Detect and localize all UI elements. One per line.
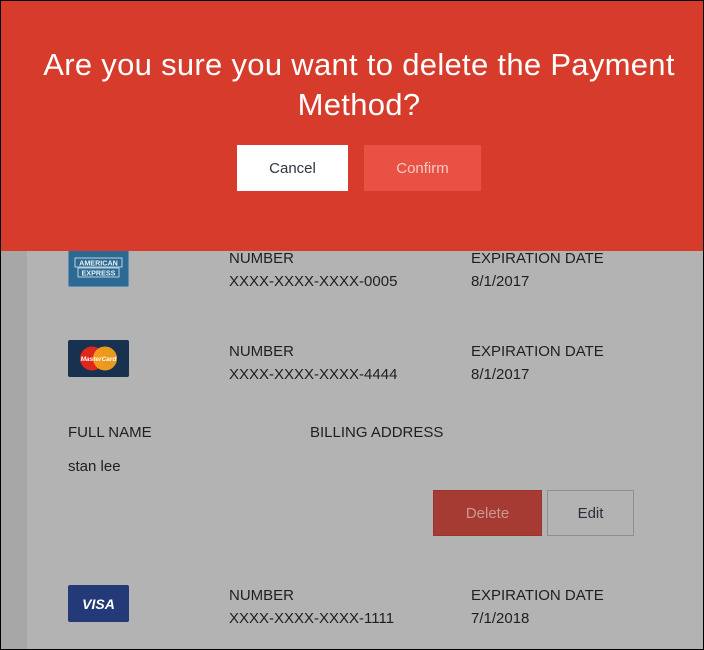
cancel-button[interactable]: Cancel — [237, 145, 348, 191]
payment-method-row[interactable]: VISA NUMBER XXXX-XXXX-XXXX-1111 EXPIRATI… — [1, 584, 703, 644]
card-number-label: NUMBER — [229, 343, 295, 360]
expiration-date-label: EXPIRATION DATE — [471, 343, 604, 360]
amex-logo-line2: EXPRESS — [82, 268, 116, 277]
app-frame: AMERICAN EXPRESS NUMBER XXXX-XXXX-XXXX-0… — [0, 0, 704, 650]
expiration-date-value: 8/1/2017 — [471, 366, 530, 383]
amex-logo-graphic: AMERICAN EXPRESS — [74, 257, 123, 278]
mastercard-logo-text: MasterCard — [81, 356, 118, 363]
expiration-date-value: 7/1/2018 — [471, 610, 530, 627]
visa-logo-graphic: VISA — [82, 596, 115, 612]
expiration-date-label: EXPIRATION DATE — [471, 250, 604, 267]
amex-logo-icon: AMERICAN EXPRESS — [68, 250, 129, 287]
expiration-date-label: EXPIRATION DATE — [471, 587, 604, 604]
amex-logo-line1: AMERICAN — [79, 258, 118, 267]
confirm-button[interactable]: Confirm — [364, 145, 481, 191]
payment-method-row[interactable]: MasterCard NUMBER XXXX-XXXX-XXXX-4444 EX… — [1, 340, 703, 400]
payment-method-row[interactable]: AMERICAN EXPRESS NUMBER XXXX-XXXX-XXXX-0… — [1, 247, 703, 307]
dialog-title: Are you sure you want to delete the Paym… — [43, 47, 675, 122]
mastercard-logo-icon: MasterCard — [68, 340, 129, 377]
delete-confirmation-dialog: Are you sure you want to delete the Paym… — [1, 1, 703, 251]
card-number-label: NUMBER — [229, 250, 295, 267]
card-number-value: XXXX-XXXX-XXXX-1111 — [229, 610, 395, 627]
edit-button[interactable]: Edit — [547, 490, 634, 536]
visa-logo-icon: VISA — [68, 585, 129, 622]
full-name-value: stan lee — [68, 458, 121, 475]
visa-logo-text: VISA — [82, 596, 115, 612]
card-number-value: XXXX-XXXX-XXXX-4444 — [229, 366, 398, 383]
billing-address-label: BILLING ADDRESS — [310, 424, 444, 441]
delete-button[interactable]: Delete — [433, 490, 542, 536]
mastercard-logo-graphic: MasterCard — [80, 346, 118, 371]
card-number-label: NUMBER — [229, 587, 295, 604]
card-number-value: XXXX-XXXX-XXXX-0005 — [229, 273, 398, 290]
expiration-date-value: 8/1/2017 — [471, 273, 530, 290]
full-name-label: FULL NAME — [68, 424, 152, 441]
